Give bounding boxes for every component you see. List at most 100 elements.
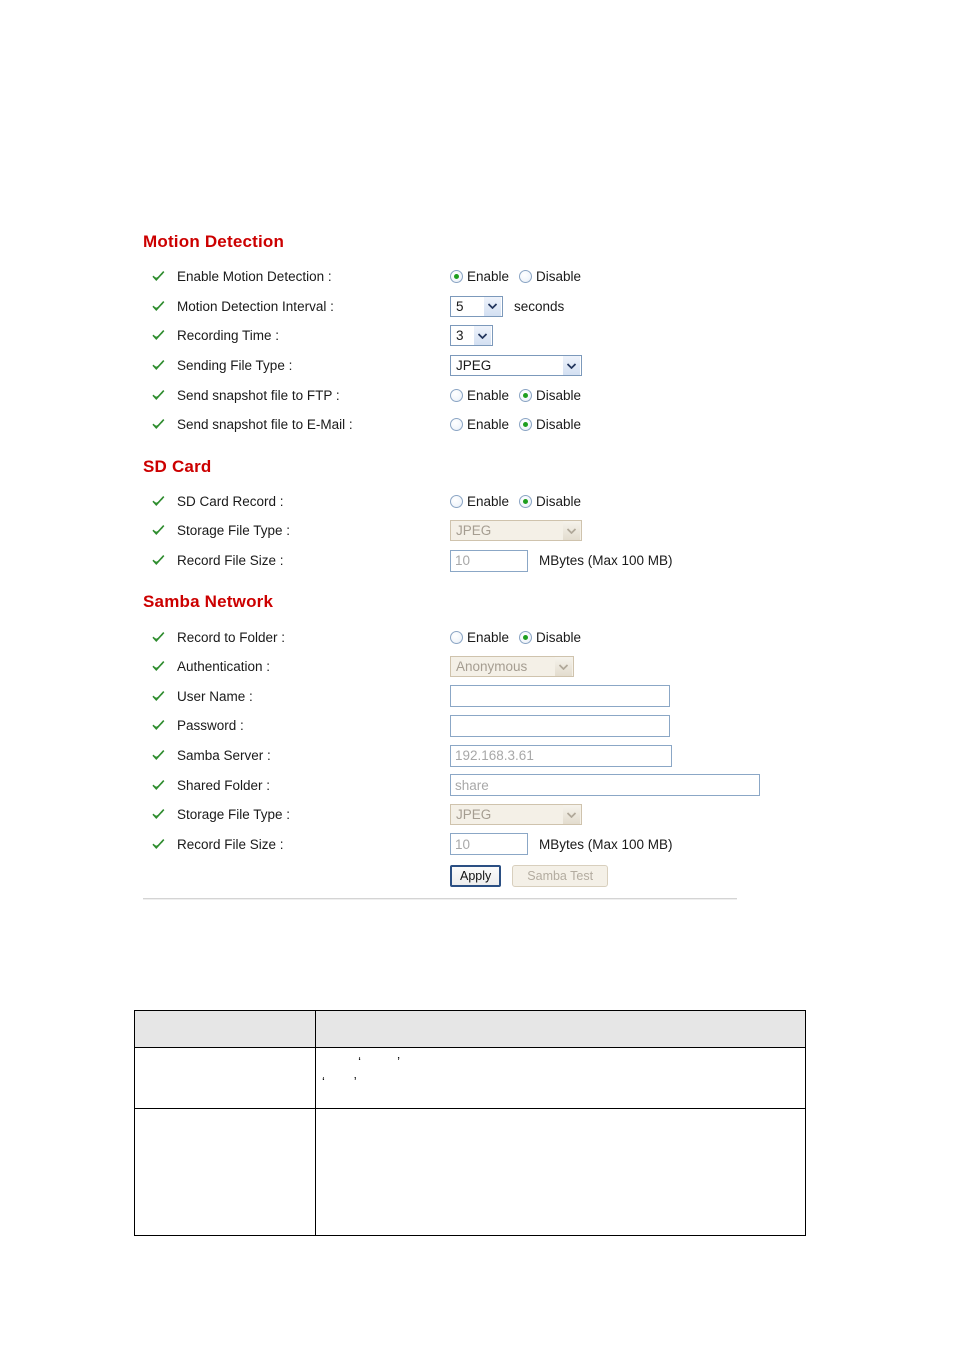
radio-indicator-enable[interactable] <box>450 630 463 644</box>
checkmark-bullet-icon <box>152 495 165 508</box>
label-text: Send snapshot file to FTP : <box>177 387 340 403</box>
label-text: Motion Detection Interval : <box>177 298 334 314</box>
label-samba-storage-file-type: Storage File Type : <box>143 807 450 822</box>
radio-indicator-enable[interactable] <box>450 270 463 284</box>
radio-label-disable: Disable <box>536 269 582 285</box>
radio-indicator-enable[interactable] <box>450 418 463 432</box>
radio-indicator-disable[interactable] <box>519 494 533 508</box>
radio-label-enable: Enable <box>467 493 510 509</box>
table-cell-description: ‘ ’ ‘ ’ <box>315 1047 806 1109</box>
select-motion-detection-interval[interactable]: 5 <box>450 295 503 317</box>
label-text: Record File Size : <box>177 553 284 569</box>
table-cell-term <box>134 1108 316 1236</box>
chevron-down-icon <box>563 521 580 541</box>
radio-option-enable[interactable]: Enable <box>450 630 509 645</box>
checkmark-bullet-icon <box>152 719 165 732</box>
checkmark-bullet-icon <box>152 749 165 762</box>
radio-group-send-snapshot-email: Enable Disable <box>450 417 581 432</box>
config-form: Motion Detection Enable Motion Detection… <box>143 232 760 901</box>
select-samba-storage-file-type: JPEG <box>450 804 582 826</box>
radio-indicator-disable[interactable] <box>519 418 533 432</box>
label-recording-time: Recording Time : <box>143 328 450 343</box>
radio-option-disable[interactable]: Disable <box>519 630 581 645</box>
label-text: Authentication : <box>177 659 271 675</box>
radio-indicator-disable[interactable] <box>519 388 533 402</box>
radio-group-enable-motion-detection: Enable Disable <box>450 269 581 284</box>
control-sd-record-file-size: MBytes (Max 100 MB) <box>450 549 743 572</box>
control-sd-storage-file-type: JPEG <box>450 520 743 542</box>
input-samba-record-file-size[interactable] <box>450 833 528 856</box>
control-sending-file-type: JPEG <box>450 355 743 377</box>
row-samba-storage-file-type: Storage File Type : JPEG <box>143 800 743 830</box>
radio-label-enable: Enable <box>467 269 510 285</box>
select-value: JPEG <box>456 358 492 374</box>
label-text: Enable Motion Detection : <box>177 269 332 285</box>
label-samba-record-file-size: Record File Size : <box>143 837 450 852</box>
row-user-name: User Name : <box>143 682 743 712</box>
checkmark-bullet-icon <box>152 418 165 431</box>
radio-option-disable[interactable]: Disable <box>519 388 581 403</box>
radio-option-enable[interactable]: Enable <box>450 494 509 509</box>
control-password <box>450 714 743 737</box>
label-text: Recording Time : <box>177 328 280 344</box>
radio-option-enable[interactable]: Enable <box>450 269 509 284</box>
control-user-name <box>450 685 743 708</box>
samba-test-button[interactable]: Samba Test <box>512 865 609 888</box>
row-motion-detection-interval: Motion Detection Interval : 5 seconds <box>143 292 743 322</box>
radio-option-disable[interactable]: Disable <box>519 417 581 432</box>
label-send-snapshot-email: Send snapshot file to E-Mail : <box>143 417 450 432</box>
radio-indicator-disable[interactable] <box>519 630 533 644</box>
radio-label-enable: Enable <box>467 417 510 433</box>
chevron-down-icon[interactable] <box>474 326 491 346</box>
checkmark-bullet-icon <box>152 838 165 851</box>
row-sending-file-type: Sending File Type : JPEG <box>143 351 743 381</box>
row-password: Password : <box>143 711 743 741</box>
table-cell-term <box>134 1047 316 1109</box>
radio-option-enable[interactable]: Enable <box>450 417 509 432</box>
input-sd-record-file-size[interactable] <box>450 549 528 572</box>
input-shared-folder[interactable] <box>450 774 760 797</box>
label-authentication: Authentication : <box>143 659 450 674</box>
label-shared-folder: Shared Folder : <box>143 778 450 793</box>
radio-indicator-enable[interactable] <box>450 494 463 508</box>
label-text: Samba Server : <box>177 748 271 764</box>
radio-option-disable[interactable]: Disable <box>519 494 581 509</box>
select-value: JPEG <box>456 523 492 539</box>
radio-option-enable[interactable]: Enable <box>450 388 509 403</box>
table-row: ‘ ’ ‘ ’ <box>134 1047 806 1109</box>
control-recording-time: 3 <box>450 325 743 347</box>
radio-indicator-enable[interactable] <box>450 388 463 402</box>
checkmark-bullet-icon <box>152 389 165 402</box>
label-text: SD Card Record : <box>177 493 284 509</box>
row-samba-record-file-size: Record File Size : MBytes (Max 100 MB) <box>143 830 743 860</box>
radio-indicator-disable[interactable] <box>519 270 533 284</box>
apply-button[interactable]: Apply <box>450 865 502 888</box>
radio-group-send-snapshot-ftp: Enable Disable <box>450 388 581 403</box>
select-value: 5 <box>456 298 464 314</box>
label-text: Record to Folder : <box>177 629 286 645</box>
chevron-down-icon[interactable] <box>563 356 580 376</box>
checkmark-bullet-icon <box>152 554 165 567</box>
label-sd-record-file-size: Record File Size : <box>143 553 450 568</box>
control-record-to-folder: Enable Disable <box>450 630 743 645</box>
section-heading-samba-network: Samba Network <box>143 592 274 612</box>
radio-group-sd-card-record: Enable Disable <box>450 494 581 509</box>
row-send-snapshot-email: Send snapshot file to E-Mail : Enable Di… <box>143 410 743 440</box>
select-sending-file-type[interactable]: JPEG <box>450 355 582 377</box>
select-value: 3 <box>456 328 464 344</box>
input-password[interactable] <box>450 714 670 737</box>
select-recording-time[interactable]: 3 <box>450 325 493 347</box>
row-sd-card-record: SD Card Record : Enable Disable <box>143 487 743 517</box>
form-divider <box>143 898 737 901</box>
checkmark-bullet-icon <box>152 808 165 821</box>
input-samba-server[interactable] <box>450 744 672 767</box>
input-user-name[interactable] <box>450 685 670 708</box>
label-text: Send snapshot file to E-Mail : <box>177 417 353 433</box>
radio-option-disable[interactable]: Disable <box>519 269 581 284</box>
label-text: Record File Size : <box>177 836 284 852</box>
chevron-down-icon[interactable] <box>484 296 501 316</box>
row-samba-server: Samba Server : <box>143 741 743 771</box>
label-password: Password : <box>143 718 450 733</box>
control-authentication: Anonymous <box>450 656 743 678</box>
row-recording-time: Recording Time : 3 <box>143 321 743 351</box>
